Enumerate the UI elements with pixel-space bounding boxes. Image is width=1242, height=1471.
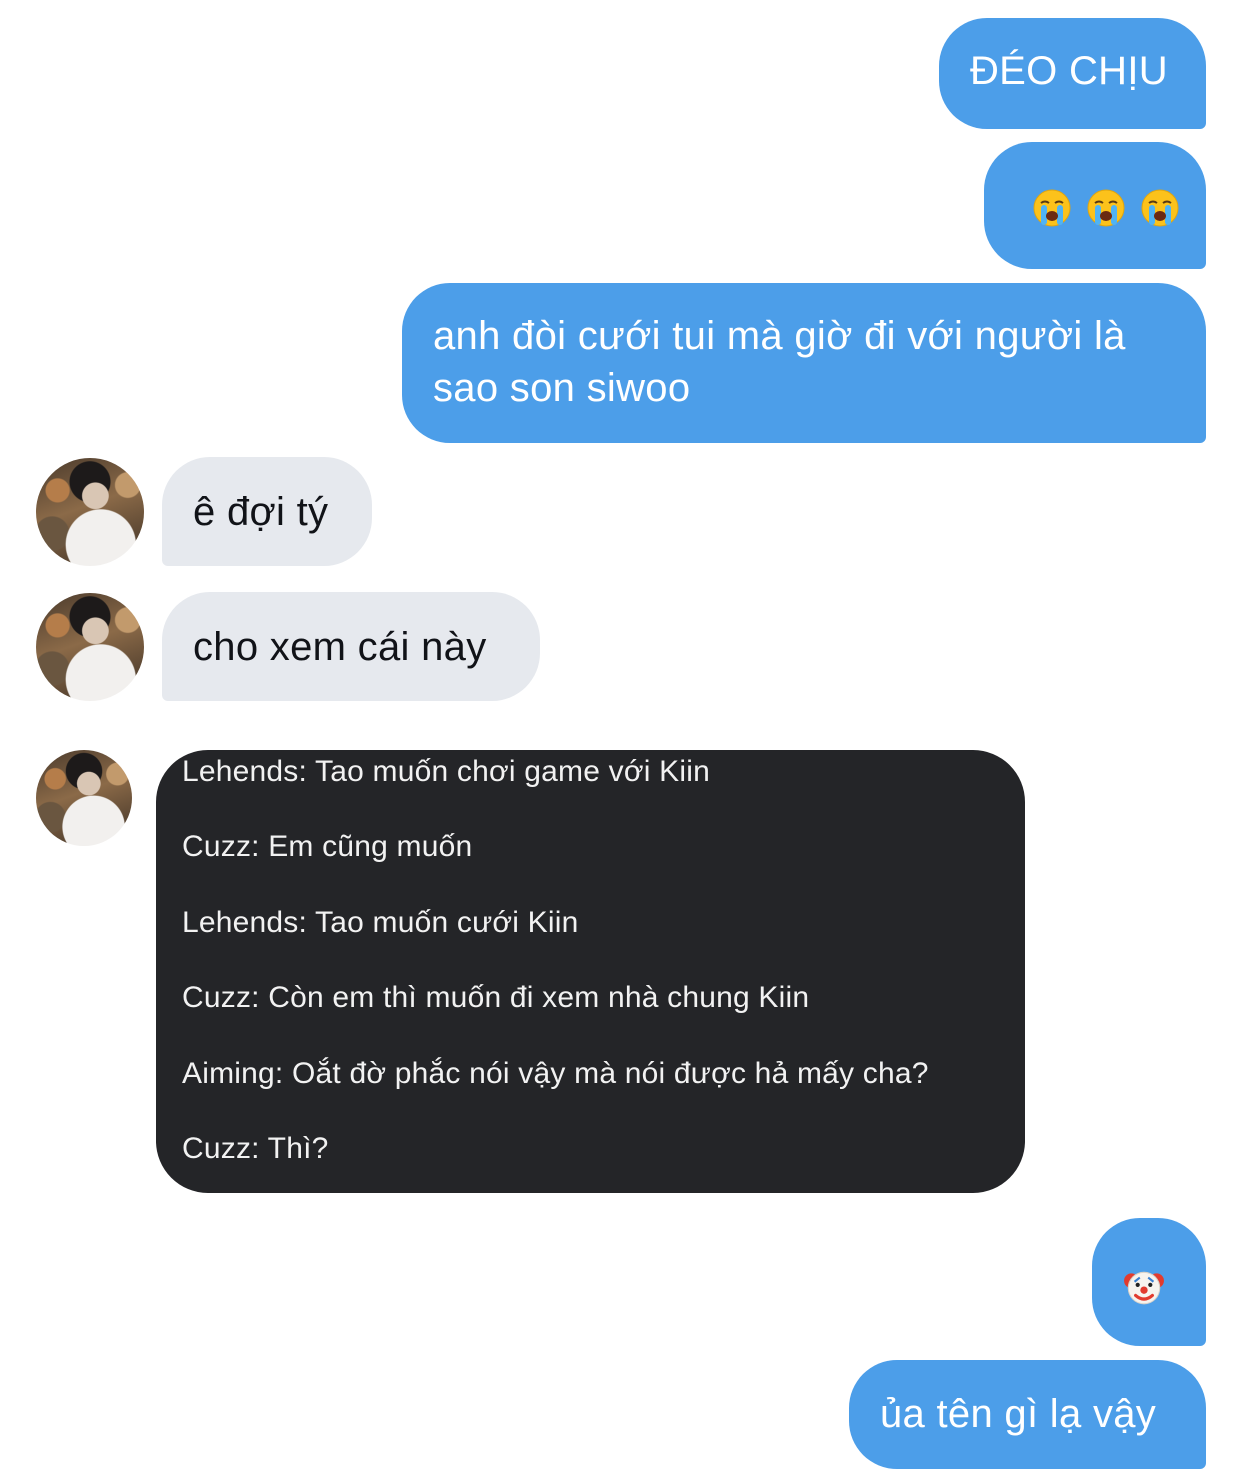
message-text: ê đợi tý — [193, 490, 329, 534]
image-text-line: Cuzz: Thì? — [182, 1132, 329, 1165]
contact-avatar[interactable] — [36, 750, 132, 846]
image-text-line: Cuzz: Còn em thì muốn đi xem nhà chung K… — [182, 981, 810, 1014]
loudly-crying-face-icon — [1086, 188, 1126, 228]
message-text: cho xem cái này — [193, 625, 487, 669]
contact-avatar[interactable] — [36, 593, 144, 701]
message-text: ĐÉO CHỊU — [970, 49, 1168, 93]
loudly-crying-face-icon — [1032, 188, 1072, 228]
message-bubble-outgoing[interactable]: ĐÉO CHỊU — [939, 18, 1206, 129]
message-bubble-outgoing[interactable]: ủa tên gì lạ vậy — [849, 1360, 1206, 1469]
loudly-crying-face-icon — [1140, 188, 1180, 228]
message-bubble-outgoing[interactable]: anh đòi cưới tui mà giờ đi với người là … — [402, 283, 1206, 443]
message-bubble-incoming[interactable]: ê đợi tý — [162, 457, 372, 566]
image-text-line: Lehends: Tao muốn cưới Kiin — [182, 906, 579, 939]
shared-image-message[interactable]: Lehends: Tao muốn chơi game với Kiin Cuz… — [156, 750, 1025, 1193]
contact-avatar[interactable] — [36, 458, 144, 566]
image-text-line: Cuzz: Em cũng muốn — [182, 830, 473, 863]
message-text: anh đòi cưới tui mà giờ đi với người là … — [433, 314, 1126, 410]
image-text-line: Aiming: Oắt đờ phắc nói vậy mà nói được … — [182, 1057, 929, 1090]
emoji-row — [1014, 188, 1180, 228]
message-bubble-incoming[interactable]: cho xem cái này — [162, 592, 540, 701]
message-bubble-outgoing-emoji[interactable] — [1092, 1218, 1206, 1346]
message-bubble-outgoing-emoji[interactable] — [984, 142, 1206, 269]
message-text: ủa tên gì lạ vậy — [880, 1392, 1157, 1436]
image-text-line: Lehends: Tao muốn chơi game với Kiin — [182, 755, 710, 788]
clown-face-icon — [1123, 1266, 1165, 1308]
